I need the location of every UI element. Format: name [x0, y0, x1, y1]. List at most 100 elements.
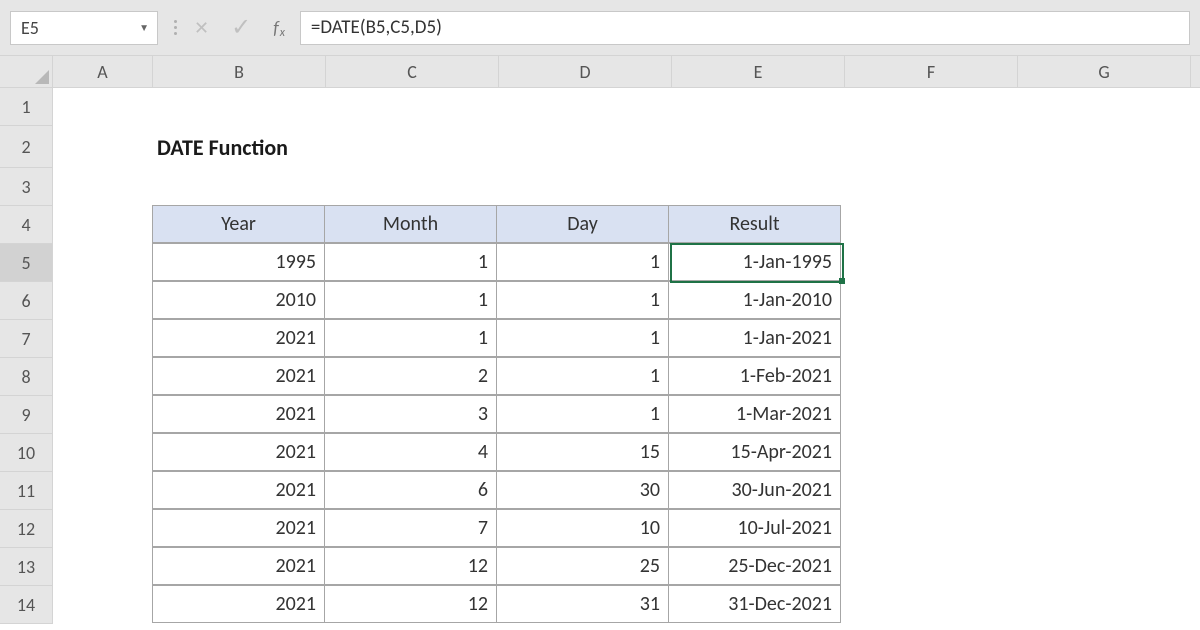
title-cell[interactable]: DATE Function [153, 126, 845, 168]
row-header-2[interactable]: 2 [0, 126, 52, 168]
col-header-C[interactable]: C [326, 56, 499, 87]
cell-C13[interactable]: 12 [324, 547, 497, 585]
cell-D8[interactable]: 1 [496, 357, 669, 395]
row-header-1[interactable]: 1 [0, 88, 52, 126]
header-year[interactable]: Year [152, 205, 325, 243]
cell-C10[interactable]: 4 [324, 433, 497, 471]
cell-B14[interactable]: 2021 [152, 585, 325, 623]
cell-C5[interactable]: 1 [324, 243, 497, 281]
cell-E6[interactable]: 1-Jan-2010 [668, 281, 841, 319]
formula-buttons: ✕ ✓ f [194, 13, 284, 42]
row-header-7[interactable]: 7 [0, 320, 52, 358]
cell-E13[interactable]: 25-Dec-2021 [668, 547, 841, 585]
divider-dots [174, 15, 178, 41]
cell-C7[interactable]: 1 [324, 319, 497, 357]
column-headers: A B C D E F G [0, 56, 1200, 88]
confirm-icon[interactable]: ✓ [231, 13, 251, 42]
cell-E14[interactable]: 31-Dec-2021 [668, 585, 841, 623]
cell-A10[interactable] [53, 434, 153, 472]
row-2: DATE Function [53, 126, 1200, 168]
cell-B11[interactable]: 2021 [152, 471, 325, 509]
row-header-9[interactable]: 9 [0, 396, 52, 434]
cell-B5[interactable]: 1995 [152, 243, 325, 281]
cell-A2[interactable] [53, 126, 153, 168]
cell-E10[interactable]: 15-Apr-2021 [668, 433, 841, 471]
cell-D6[interactable]: 1 [496, 281, 669, 319]
col-header-B[interactable]: B [153, 56, 326, 87]
cell-B6[interactable]: 2010 [152, 281, 325, 319]
row-12: 2021 7 10 10-Jul-2021 [53, 510, 1200, 548]
cell-C12[interactable]: 7 [324, 509, 497, 547]
cell-E7[interactable]: 1-Jan-2021 [668, 319, 841, 357]
cell-C8[interactable]: 2 [324, 357, 497, 395]
cell-B9[interactable]: 2021 [152, 395, 325, 433]
row-14: 2021 12 31 31-Dec-2021 [53, 586, 1200, 624]
row-4: Year Month Day Result [53, 206, 1200, 244]
row-header-14[interactable]: 14 [0, 586, 52, 624]
cell-A6[interactable] [53, 282, 153, 320]
row-13: 2021 12 25 25-Dec-2021 [53, 548, 1200, 586]
cell-B8[interactable]: 2021 [152, 357, 325, 395]
cell-D7[interactable]: 1 [496, 319, 669, 357]
cell-B13[interactable]: 2021 [152, 547, 325, 585]
cell-B12[interactable]: 2021 [152, 509, 325, 547]
name-box-value: E5 [21, 17, 39, 39]
cell-A12[interactable] [53, 510, 153, 548]
col-header-D[interactable]: D [499, 56, 672, 87]
cell-D14[interactable]: 31 [496, 585, 669, 623]
row-header-12[interactable]: 12 [0, 510, 52, 548]
fx-icon[interactable]: f [273, 17, 284, 39]
row-headers: 1 2 3 4 5 6 7 8 9 10 11 12 13 14 [0, 88, 53, 624]
row-8: 2021 2 1 1-Feb-2021 [53, 358, 1200, 396]
cell-B7[interactable]: 2021 [152, 319, 325, 357]
cell-A4[interactable] [53, 206, 153, 244]
cell-E12[interactable]: 10-Jul-2021 [668, 509, 841, 547]
cell-A5[interactable] [53, 244, 153, 282]
cell-C11[interactable]: 6 [324, 471, 497, 509]
header-day[interactable]: Day [496, 205, 669, 243]
cell-D9[interactable]: 1 [496, 395, 669, 433]
col-header-G[interactable]: G [1018, 56, 1191, 87]
cell-E11[interactable]: 30-Jun-2021 [668, 471, 841, 509]
cell-C9[interactable]: 3 [324, 395, 497, 433]
row-header-10[interactable]: 10 [0, 434, 52, 472]
row-header-6[interactable]: 6 [0, 282, 52, 320]
header-result[interactable]: Result [668, 205, 841, 243]
cell-B10[interactable]: 2021 [152, 433, 325, 471]
cell-E8[interactable]: 1-Feb-2021 [668, 357, 841, 395]
cell-D5[interactable]: 1 [496, 243, 669, 281]
select-all-triangle[interactable] [0, 56, 53, 87]
chevron-down-icon[interactable]: ▼ [139, 21, 149, 34]
header-month[interactable]: Month [324, 205, 497, 243]
formula-text: =DATE(B5,C5,D5) [311, 16, 442, 39]
cell-C14[interactable]: 12 [324, 585, 497, 623]
cell-A13[interactable] [53, 548, 153, 586]
cell-C6[interactable]: 1 [324, 281, 497, 319]
row-header-4[interactable]: 4 [0, 206, 52, 244]
cell-E5[interactable]: 1-Jan-1995 [668, 243, 841, 281]
cell-A11[interactable] [53, 472, 153, 510]
cell-E9[interactable]: 1-Mar-2021 [668, 395, 841, 433]
cell-area[interactable]: DATE Function Year Month Day Result 1995… [53, 88, 1200, 624]
col-header-F[interactable]: F [845, 56, 1018, 87]
row-5: 1995 1 1 1-Jan-1995 [53, 244, 1200, 282]
cell-D13[interactable]: 25 [496, 547, 669, 585]
cell-A14[interactable] [53, 586, 153, 624]
row-7: 2021 1 1 1-Jan-2021 [53, 320, 1200, 358]
formula-input[interactable]: =DATE(B5,C5,D5) [300, 11, 1190, 45]
cancel-icon[interactable]: ✕ [194, 17, 209, 39]
cell-D12[interactable]: 10 [496, 509, 669, 547]
row-header-3[interactable]: 3 [0, 168, 52, 206]
cell-A7[interactable] [53, 320, 153, 358]
cell-D11[interactable]: 30 [496, 471, 669, 509]
cell-D10[interactable]: 15 [496, 433, 669, 471]
row-header-8[interactable]: 8 [0, 358, 52, 396]
col-header-A[interactable]: A [53, 56, 153, 87]
row-header-11[interactable]: 11 [0, 472, 52, 510]
col-header-E[interactable]: E [672, 56, 845, 87]
cell-A9[interactable] [53, 396, 153, 434]
row-header-5[interactable]: 5 [0, 244, 52, 282]
name-box[interactable]: E5 ▼ [10, 11, 158, 45]
row-header-13[interactable]: 13 [0, 548, 52, 586]
cell-A8[interactable] [53, 358, 153, 396]
